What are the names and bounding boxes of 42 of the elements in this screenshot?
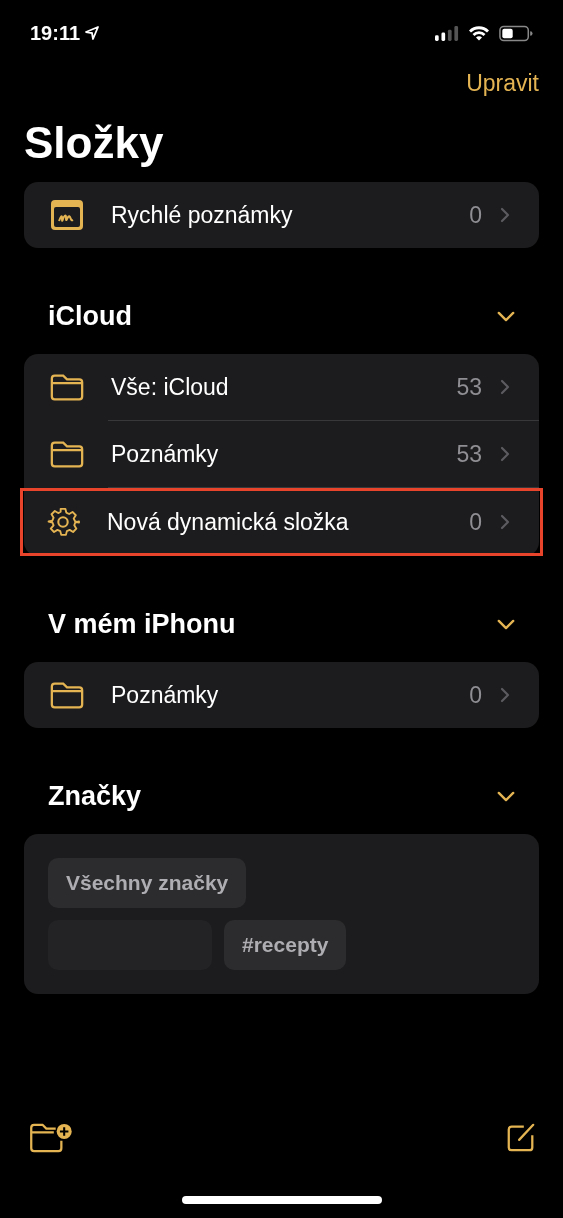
chevron-right-icon <box>500 207 510 223</box>
folder-row[interactable]: Rychlé poznámky 0 <box>24 182 539 248</box>
folder-name: Poznámky <box>111 440 220 468</box>
chevron-right-icon <box>500 446 510 462</box>
note-count: 0 <box>469 508 482 536</box>
folder-icon <box>49 438 85 470</box>
page-title: Složky <box>24 118 165 168</box>
highlighted-row[interactable]: Nová dynamická složka 0 <box>20 488 543 556</box>
folder-name: Nová dynamická složka <box>107 508 350 536</box>
note-count: 53 <box>456 373 482 401</box>
note-count: 53 <box>456 440 482 468</box>
folder-row[interactable]: Poznámky 0 <box>24 662 539 728</box>
chevron-down-icon[interactable] <box>497 790 515 802</box>
section-title: Značky <box>48 780 142 812</box>
quick-note-icon <box>49 199 85 231</box>
folder-name: Rychlé poznámky <box>111 201 294 229</box>
location-arrow-icon <box>85 26 100 40</box>
folder-icon <box>49 371 85 403</box>
folder-name: Poznámky <box>111 681 220 709</box>
chevron-right-icon <box>500 379 510 395</box>
signal-icon <box>435 25 459 41</box>
wifi-icon <box>468 25 490 41</box>
edit-button[interactable]: Upravit <box>466 69 539 97</box>
section-title: iCloud <box>48 300 132 332</box>
folder-row[interactable]: Vše: iCloud 53 <box>24 354 539 420</box>
chevron-right-icon <box>500 514 510 530</box>
folder-name: Vše: iCloud <box>111 373 230 401</box>
clock: 19:11 <box>30 21 81 45</box>
compose-icon[interactable] <box>505 1122 537 1154</box>
section-title: V mém iPhonu <box>48 608 236 640</box>
note-count: 0 <box>469 201 482 229</box>
battery-icon <box>499 24 533 42</box>
gear-icon <box>45 506 81 538</box>
tag-chip[interactable]: Všechny značky <box>48 858 247 908</box>
new-folder-icon[interactable] <box>28 1122 74 1154</box>
note-count: 0 <box>469 681 482 709</box>
tag-chip[interactable]: #recepty <box>224 920 347 970</box>
chevron-right-icon <box>500 687 510 703</box>
folder-row[interactable]: Poznámky 53 <box>24 421 539 487</box>
chevron-down-icon[interactable] <box>497 618 515 630</box>
chevron-down-icon[interactable] <box>497 310 515 322</box>
folder-icon <box>49 679 85 711</box>
